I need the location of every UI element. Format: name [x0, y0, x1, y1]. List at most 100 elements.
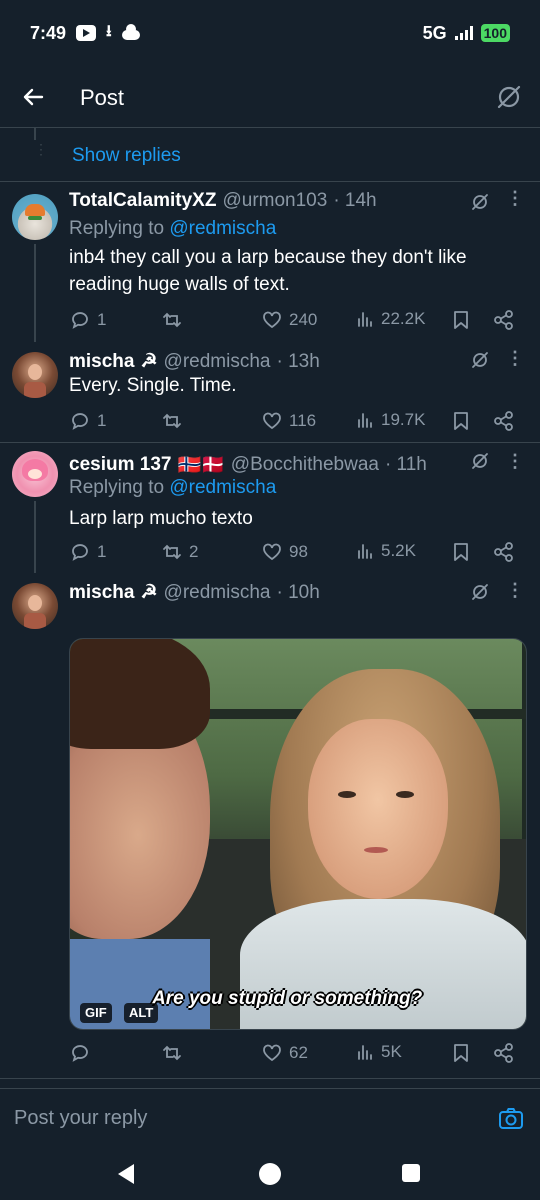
bookmark-icon[interactable] [451, 410, 471, 432]
tweet-time: · 11h [384, 454, 427, 475]
battery-indicator: 100 [480, 24, 510, 42]
mouth [364, 847, 388, 853]
repost-count: 2 [189, 542, 199, 561]
like-button[interactable]: 116 [261, 410, 316, 432]
avatar[interactable] [12, 194, 58, 240]
repost-button[interactable]: 2 [161, 541, 198, 563]
cloud-icon [121, 24, 140, 40]
views-button[interactable]: 5.2K [355, 541, 416, 561]
tweet-header: mischa ☭ @redmischa · 10h [69, 581, 320, 604]
reply-count: 1 [97, 411, 107, 430]
share-icon[interactable] [493, 309, 515, 331]
tweet-header: cesium 137 🇳🇴🇩🇰 @Bocchithebwaa · 11h [69, 453, 427, 477]
network-type: 5G [422, 22, 447, 43]
tweet-text: Every. Single. Time. [69, 375, 237, 396]
view-count: 19.7K [381, 410, 426, 429]
show-replies-row[interactable]: ⋮ Show replies [0, 128, 540, 182]
bookmark-icon[interactable] [451, 1042, 471, 1064]
girl-face [308, 719, 448, 899]
bookmark-icon[interactable] [451, 541, 471, 563]
more-icon[interactable]: ⋮ [506, 452, 524, 470]
status-time: 7:49 [30, 22, 67, 43]
views-button[interactable]: 5K [355, 1042, 402, 1062]
youtube-icon [76, 25, 97, 41]
tweet-gif[interactable]: Are you stupid or something? GIF ALT [69, 638, 527, 1030]
grok-icon[interactable] [470, 192, 490, 212]
gif-caption: Are you stupid or something? [152, 988, 423, 1009]
grok-icon[interactable] [470, 350, 490, 370]
display-name[interactable]: TotalCalamityXZ [69, 190, 216, 212]
eye [338, 791, 356, 798]
display-name[interactable]: mischa [69, 582, 134, 604]
reply-icon [72, 312, 88, 329]
like-icon [263, 412, 281, 430]
tweet[interactable]: TotalCalamityXZ @urmon103 · 14h ⋮ Replyi… [0, 182, 540, 342]
reply-composer[interactable]: Post your reply [0, 1088, 540, 1150]
display-name[interactable]: cesium 137 [69, 454, 171, 476]
view-count: 5K [381, 1042, 402, 1061]
share-icon[interactable] [493, 541, 515, 563]
reply-icon [72, 1045, 88, 1062]
bookmark-icon[interactable] [451, 309, 471, 331]
user-handle[interactable]: @redmischa [164, 351, 271, 373]
views-icon [358, 544, 372, 559]
tweet-time: · 14h [333, 190, 377, 211]
back-arrow-icon[interactable] [18, 82, 48, 112]
reply-button[interactable]: 1 [69, 410, 106, 432]
camera-icon[interactable] [498, 1107, 524, 1131]
gif-badge: GIF [80, 1003, 112, 1023]
views-icon [358, 312, 372, 327]
status-bar: 7:49 ⭳ 5G 100 [0, 0, 540, 66]
avatar[interactable] [12, 451, 58, 497]
grok-icon[interactable] [470, 582, 490, 602]
name-emoji: 🇳🇴🇩🇰 [177, 455, 225, 476]
repost-button[interactable] [161, 410, 189, 432]
share-icon[interactable] [493, 410, 515, 432]
repost-button[interactable] [161, 1042, 189, 1064]
reply-count: 1 [97, 542, 107, 561]
repost-button[interactable] [161, 309, 189, 331]
user-handle[interactable]: @urmon103 [222, 190, 327, 212]
reply-button[interactable] [69, 1042, 97, 1064]
more-icon[interactable]: ⋮ [506, 349, 524, 367]
thread-line [34, 501, 36, 573]
reply-input[interactable]: Post your reply [14, 1107, 147, 1130]
replying-mention[interactable]: @redmischa [169, 218, 276, 239]
user-handle[interactable]: @Bocchithebwaa [231, 454, 379, 476]
name-emoji: ☭ [140, 582, 158, 603]
more-icon[interactable]: ⋮ [506, 581, 524, 599]
tweet[interactable]: mischa ☭ @redmischa · 13h ⋮ Every. Singl… [0, 342, 540, 442]
nav-home-icon[interactable] [259, 1163, 281, 1185]
replying-prefix: Replying to [69, 218, 165, 239]
views-icon [358, 1045, 372, 1060]
grok-icon[interactable] [494, 82, 524, 112]
reply-button[interactable]: 1 [69, 309, 106, 331]
replying-to: Replying to @redmischa [69, 218, 276, 240]
ellipsis-icon: ⋮ [34, 141, 48, 157]
avatar[interactable] [12, 352, 58, 398]
tweet-time: · 10h [276, 581, 320, 603]
tweet[interactable]: cesium 137 🇳🇴🇩🇰 @Bocchithebwaa · 11h ⋮ R… [0, 443, 540, 573]
repost-icon [163, 544, 181, 560]
display-name[interactable]: mischa [69, 351, 134, 373]
like-icon [263, 311, 281, 329]
show-replies-link[interactable]: Show replies [72, 145, 181, 167]
download-icon: ⭳ [106, 22, 112, 40]
like-button[interactable]: 98 [261, 541, 308, 563]
page-title: Post [80, 85, 125, 110]
views-button[interactable]: 19.7K [355, 410, 425, 430]
grok-icon[interactable] [470, 451, 490, 471]
like-button[interactable]: 62 [261, 1042, 308, 1064]
share-icon[interactable] [493, 1042, 515, 1064]
more-icon[interactable]: ⋮ [506, 189, 524, 207]
avatar[interactable] [12, 583, 58, 629]
reply-button[interactable]: 1 [69, 541, 106, 563]
nav-recents-icon[interactable] [402, 1164, 420, 1182]
nav-back-icon[interactable] [118, 1164, 134, 1184]
replying-mention[interactable]: @redmischa [169, 477, 276, 498]
like-button[interactable]: 240 [261, 309, 317, 331]
views-button[interactable]: 22.2K [355, 309, 425, 329]
like-icon [263, 543, 281, 561]
alt-badge[interactable]: ALT [124, 1003, 159, 1023]
user-handle[interactable]: @redmischa [164, 582, 271, 604]
